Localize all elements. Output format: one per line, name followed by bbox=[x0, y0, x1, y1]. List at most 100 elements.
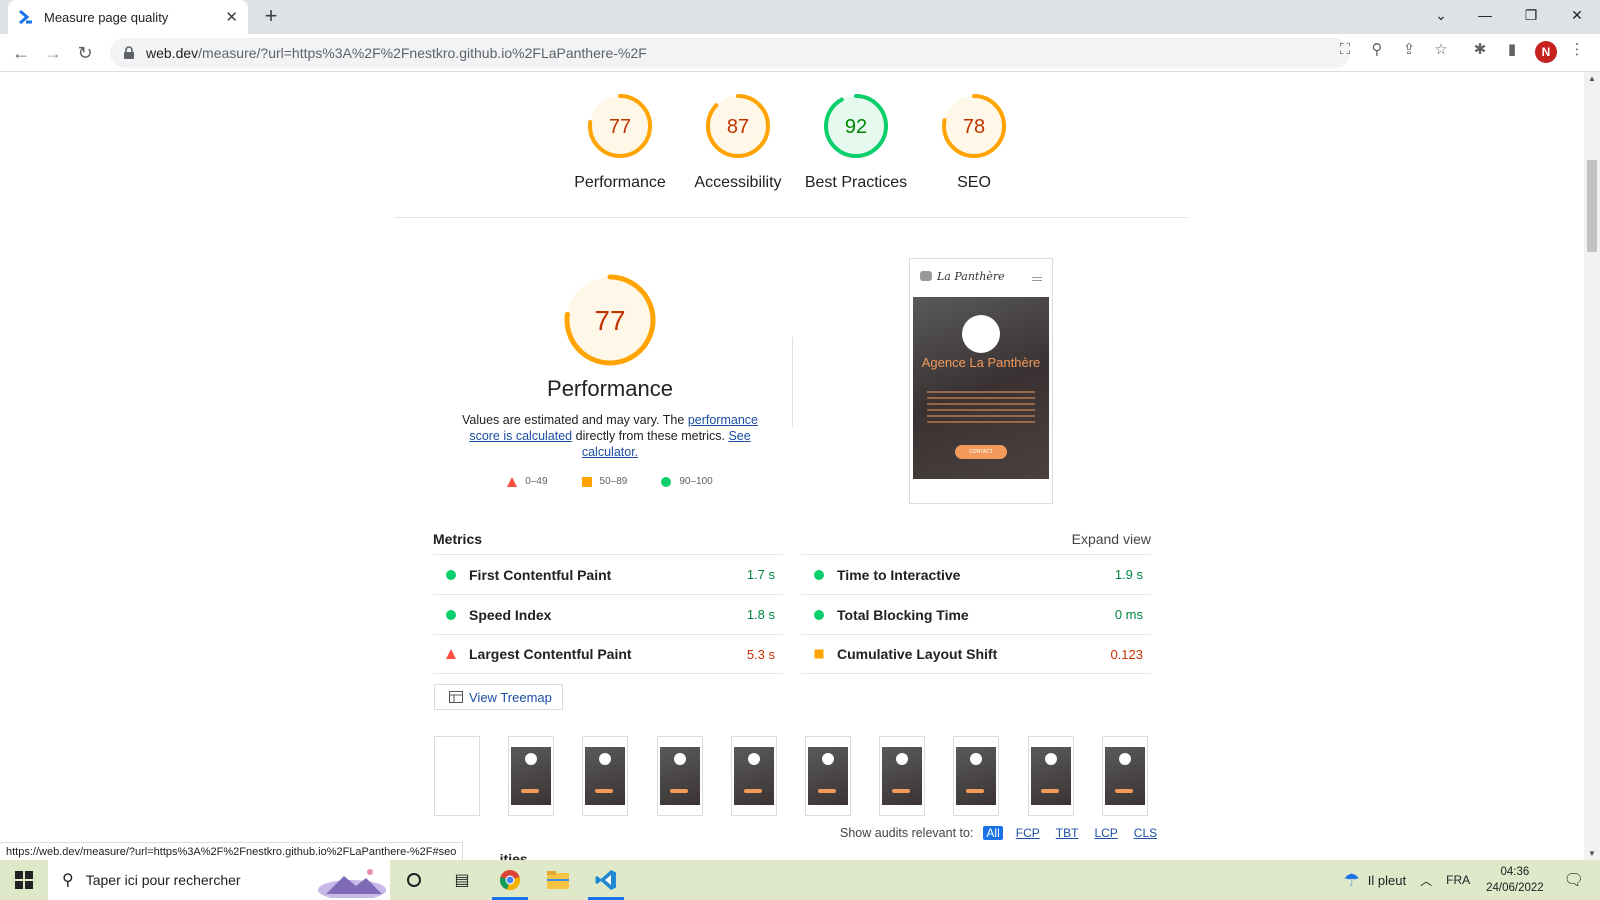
metric-status bbox=[445, 609, 457, 621]
gauge-label: Accessibility bbox=[694, 174, 782, 191]
metric-row-time-to-interactive: Time to Interactive 1.9 s bbox=[801, 554, 1151, 594]
hero-title: Agence La Panthère bbox=[921, 355, 1041, 370]
audit-filter-label: Show audits relevant to: bbox=[840, 826, 974, 840]
windows-logo-icon bbox=[15, 871, 33, 889]
category-gauge-best-practices[interactable]: 92 Best Practices bbox=[796, 92, 916, 192]
legend-range: 50–89 bbox=[599, 476, 628, 487]
frame-thumbnail bbox=[1030, 747, 1071, 805]
screenshot-hero: Agence La Panthère CONTACT bbox=[913, 297, 1049, 479]
restore-button[interactable]: ❐ bbox=[1508, 0, 1554, 30]
webdev-favicon-icon bbox=[18, 9, 34, 25]
menu-kebab-icon[interactable]: ⋮ bbox=[1568, 41, 1586, 59]
filter-chip-tbt[interactable]: TBT bbox=[1053, 826, 1082, 840]
side-panel-icon[interactable]: ▮ bbox=[1503, 41, 1521, 59]
scroll-down-icon[interactable]: ▼ bbox=[1588, 849, 1596, 858]
url-text[interactable]: web.dev/measure/?url=https%3A%2F%2Fnestk… bbox=[146, 45, 647, 61]
scroll-thumb[interactable] bbox=[1587, 160, 1597, 252]
metrics-section: Metrics Expand view First Contentful Pai… bbox=[433, 524, 1151, 674]
expand-view-toggle[interactable]: Expand view bbox=[1072, 531, 1151, 547]
frame-button-mark bbox=[892, 789, 911, 793]
tab-strip: Measure page quality ✕ + ⌄ — ❐ ✕ bbox=[0, 0, 1600, 34]
search-icon: ⚲ bbox=[62, 872, 74, 889]
search-placeholder: Taper ici pour rechercher bbox=[85, 872, 241, 888]
notifications-icon[interactable]: 🗨 bbox=[1564, 870, 1584, 890]
lock-icon[interactable] bbox=[122, 46, 136, 60]
taskbar-search[interactable]: ⚲ Taper ici pour rechercher bbox=[48, 860, 390, 900]
gauge-score: 87 bbox=[727, 116, 749, 138]
category-gauge-accessibility[interactable]: 87 Accessibility bbox=[678, 92, 798, 192]
tab-search-icon[interactable]: ⌄ bbox=[1418, 0, 1464, 30]
page-scrollbar[interactable]: ▲ ▼ bbox=[1584, 72, 1600, 860]
tab-close-icon[interactable]: ✕ bbox=[225, 8, 238, 26]
filmstrip-frame bbox=[805, 736, 851, 816]
back-button[interactable]: ← bbox=[8, 40, 34, 66]
filmstrip-frame bbox=[582, 736, 629, 816]
hamburger-icon bbox=[1032, 277, 1042, 281]
forward-button[interactable]: → bbox=[40, 40, 66, 66]
chrome-taskbar-icon[interactable] bbox=[486, 860, 534, 900]
taskbar: ⚲ Taper ici pour rechercher ▤ ☂ Il pleut… bbox=[0, 860, 1600, 900]
new-tab-button[interactable]: + bbox=[258, 4, 284, 30]
browser-tab[interactable]: Measure page quality ✕ bbox=[8, 0, 248, 34]
weather-text[interactable]: Il pleut bbox=[1368, 873, 1406, 888]
address-bar[interactable]: web.dev/measure/?url=https%3A%2F%2Fnestk… bbox=[110, 38, 1350, 68]
category-gauge-performance[interactable]: 77 Performance bbox=[560, 92, 680, 192]
metrics-column-left: First Contentful Paint 1.7 s Speed Index 1.… bbox=[433, 554, 783, 674]
profile-avatar[interactable]: N bbox=[1535, 41, 1557, 63]
gauge-label: Best Practices bbox=[804, 174, 908, 191]
metric-row-first-contentful-paint: First Contentful Paint 1.7 s bbox=[433, 554, 783, 594]
filter-chip-all[interactable]: All bbox=[983, 826, 1003, 840]
metric-value: 1.8 s bbox=[746, 607, 775, 622]
metrics-column-right: Time to Interactive 1.9 s Total Blocking T… bbox=[801, 554, 1151, 674]
category-gauge-seo[interactable]: 78 SEO bbox=[914, 92, 1034, 192]
metric-name: Speed Index bbox=[469, 606, 552, 623]
filter-chip-lcp[interactable]: LCP bbox=[1091, 826, 1120, 840]
frame-thumbnail bbox=[733, 747, 774, 805]
metric-value: 0 ms bbox=[1114, 607, 1143, 622]
task-view-icon[interactable]: ▤ bbox=[438, 860, 486, 900]
close-window-button[interactable]: ✕ bbox=[1554, 0, 1600, 30]
metric-name: First Contentful Paint bbox=[469, 566, 612, 583]
tray-chevron-icon[interactable]: ︿ bbox=[1420, 872, 1432, 889]
metric-row-speed-index: Speed Index 1.8 s bbox=[433, 594, 783, 634]
metric-name: Total Blocking Time bbox=[837, 606, 969, 623]
final-screenshot[interactable]: La Panthère Agence La Panthère CONTACT bbox=[909, 258, 1053, 504]
view-treemap-button[interactable]: View Treemap bbox=[434, 684, 563, 710]
metric-name: Largest Contentful Paint bbox=[469, 646, 632, 662]
filter-chip-cls[interactable]: CLS bbox=[1131, 826, 1160, 840]
zoom-icon[interactable]: ⚲ bbox=[1368, 41, 1386, 59]
translate-icon[interactable]: ⛶ bbox=[1336, 41, 1354, 59]
frame-thumbnail bbox=[511, 747, 552, 805]
hero-logo-icon bbox=[962, 315, 1000, 353]
extensions-icon[interactable]: ✱ bbox=[1471, 41, 1489, 59]
gauge-label: Performance bbox=[574, 174, 666, 191]
share-icon[interactable]: ⇪ bbox=[1400, 41, 1418, 59]
filter-chip-fcp[interactable]: FCP bbox=[1013, 826, 1043, 840]
windows-start-button[interactable] bbox=[0, 860, 48, 900]
reload-button[interactable]: ↻ bbox=[72, 40, 98, 66]
score-legend: 0–49 50–89 90–100 bbox=[430, 476, 790, 487]
file-explorer-icon[interactable] bbox=[534, 860, 582, 900]
filmstrip-frame bbox=[1027, 736, 1074, 816]
language-indicator[interactable]: FRA bbox=[1446, 873, 1470, 887]
scroll-up-icon[interactable]: ▲ bbox=[1588, 74, 1596, 83]
legend-item: 90–100 bbox=[661, 476, 713, 487]
bookmark-star-icon[interactable]: ☆ bbox=[1432, 41, 1450, 59]
metric-name: Time to Interactive bbox=[837, 566, 961, 583]
frame-button-mark bbox=[818, 789, 836, 793]
frame-thumbnail bbox=[659, 747, 700, 805]
tab-title: Measure page quality bbox=[44, 9, 169, 25]
frame-thumbnail bbox=[1104, 747, 1145, 805]
gauge-label: SEO bbox=[957, 174, 991, 191]
clock[interactable]: 04:36 24/06/2022 bbox=[1486, 864, 1544, 896]
vscode-icon[interactable] bbox=[582, 860, 630, 900]
gauge-ring: 87 bbox=[706, 94, 770, 158]
minimize-button[interactable]: — bbox=[1462, 0, 1508, 30]
cortana-icon[interactable] bbox=[390, 860, 438, 900]
frame-button-mark bbox=[595, 789, 614, 793]
frame-thumbnail bbox=[585, 747, 626, 805]
filmstrip bbox=[434, 736, 1154, 816]
filmstrip-frame bbox=[730, 736, 777, 816]
weather-icon[interactable]: ☂ bbox=[1344, 870, 1360, 891]
metric-row-cumulative-layout-shift: Cumulative Layout Shift 0.123 bbox=[801, 634, 1151, 674]
